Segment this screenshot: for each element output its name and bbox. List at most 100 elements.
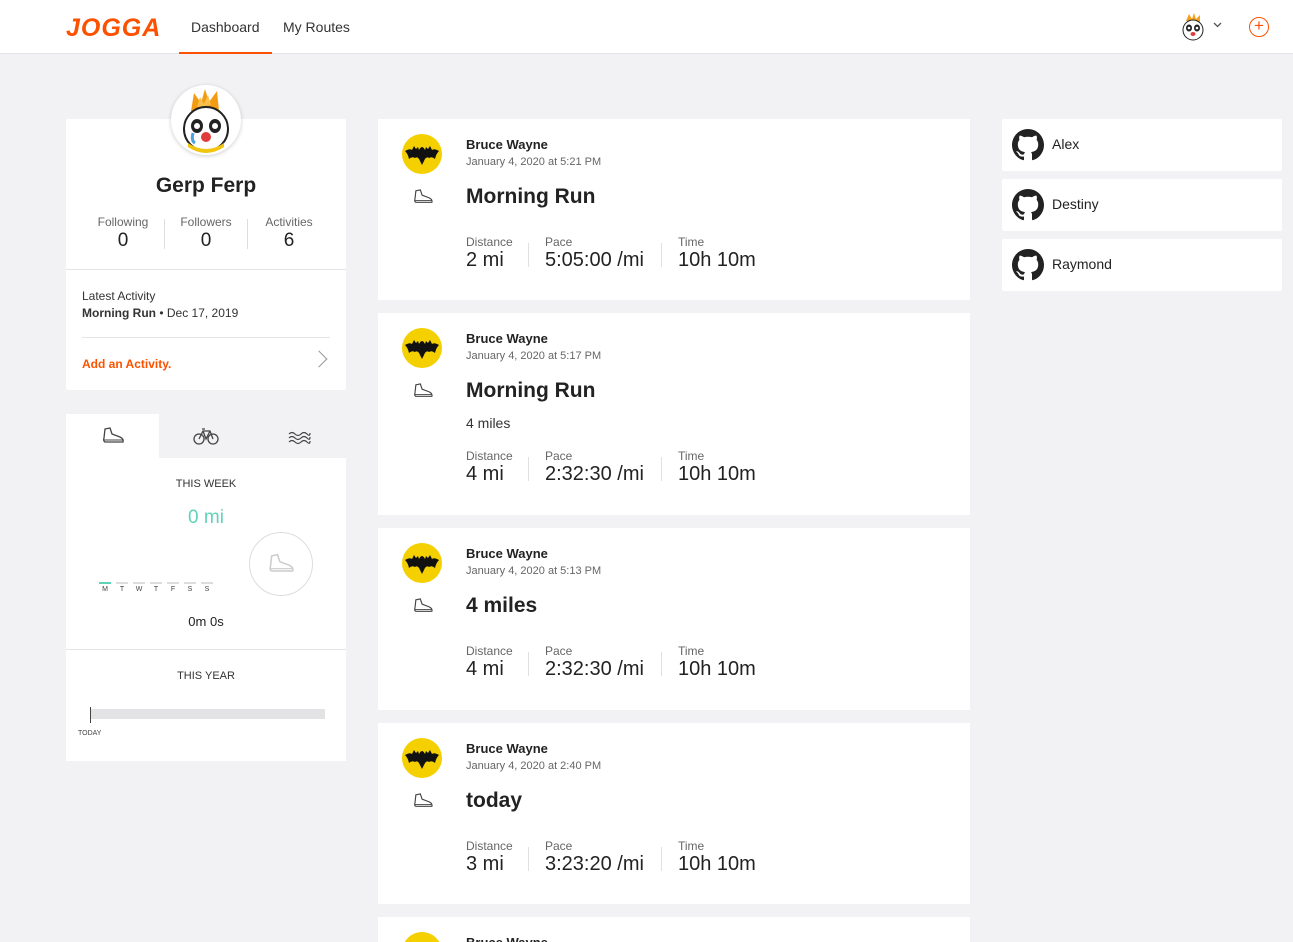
- activity-card[interactable]: Bruce Wayne January 4, 2020 at 5:13 PM 4 m…: [378, 528, 970, 710]
- athlete-name[interactable]: Bruce Wayne: [466, 137, 548, 152]
- tab-dashboard[interactable]: Dashboard: [179, 0, 272, 54]
- run-icon: [102, 427, 124, 443]
- metric-pace: Pace 2:32:30 /mi: [545, 644, 644, 681]
- tab-swim[interactable]: [252, 414, 345, 458]
- metric-label: Distance: [466, 644, 513, 658]
- activity-card[interactable]: Bruce Wayne January 4, 2020 at 2:40 PM tod…: [378, 723, 970, 904]
- divider: [661, 652, 662, 676]
- divider: [661, 243, 662, 267]
- metric-value: 5:05:00 /mi: [545, 249, 644, 271]
- day-label: M: [102, 586, 108, 593]
- training-stats-card: THIS WEEK 0 mi M T W T F S S 0m 0s THIS …: [66, 414, 346, 761]
- metric-time: Time 10h 10m: [678, 235, 756, 272]
- run-icon: [412, 598, 434, 614]
- metric-label: Time: [678, 235, 705, 249]
- add-activity-link[interactable]: Add an Activity.: [82, 357, 171, 371]
- activity-card[interactable]: Bruce Wayne January 4, 2020 at 5:21 PM Mor…: [378, 119, 970, 300]
- metric-label: Pace: [545, 839, 573, 853]
- activity-date: January 4, 2020 at 5:21 PM: [466, 156, 602, 168]
- add-icon[interactable]: +: [1249, 17, 1269, 37]
- metric-value: 2:32:30 /mi: [545, 463, 644, 485]
- stat-value: 6: [283, 230, 295, 251]
- logo[interactable]: JOGGA: [66, 14, 161, 43]
- top-nav: JOGGA Dashboard My Routes +: [0, 0, 1293, 54]
- stat-following[interactable]: Following 0: [82, 215, 164, 252]
- divider: [82, 337, 330, 338]
- github-icon: [1012, 129, 1044, 161]
- friend-name: Alex: [1052, 136, 1080, 152]
- metric-time: Time 10h 10m: [678, 449, 756, 486]
- day-bar: [184, 582, 196, 584]
- friend-name: Raymond: [1052, 256, 1112, 272]
- activity-date: January 4, 2020 at 5:13 PM: [466, 565, 602, 577]
- day-bar: [116, 582, 128, 584]
- activity-card[interactable]: Bruce Wayne January 4, 2020 at 5:17 PM Mor…: [378, 313, 970, 515]
- friend-item[interactable]: Raymond: [1002, 239, 1282, 291]
- activity-date: January 4, 2020 at 5:17 PM: [466, 350, 602, 362]
- latest-activity[interactable]: Morning Run • Dec 17, 2019: [82, 306, 238, 320]
- athlete-name[interactable]: Bruce Wayne: [466, 546, 548, 561]
- activity-title[interactable]: Morning Run: [466, 379, 595, 403]
- athlete-name[interactable]: Bruce Wayne: [466, 935, 548, 942]
- day-label: F: [170, 586, 176, 593]
- metric-value: 10h 10m: [678, 853, 756, 875]
- athlete-name[interactable]: Bruce Wayne: [466, 741, 548, 756]
- metric-distance: Distance 4 mi: [466, 449, 513, 486]
- divider: [661, 457, 662, 481]
- activity-title[interactable]: 4 miles: [466, 594, 537, 618]
- friend-name: Destiny: [1052, 196, 1099, 212]
- metric-value: 10h 10m: [678, 658, 756, 680]
- activity-card[interactable]: Bruce Wayne: [378, 917, 970, 942]
- profile-card: Gerp Ferp Following 0 Followers 0 Activi…: [66, 85, 346, 390]
- day-label: T: [119, 586, 125, 593]
- tab-my-routes[interactable]: My Routes: [271, 0, 362, 54]
- activity-description: 4 miles: [466, 415, 511, 431]
- day-bar: [133, 582, 145, 584]
- metric-value: 4 mi: [466, 463, 504, 485]
- tab-run[interactable]: [66, 414, 159, 458]
- day-bar: [167, 582, 179, 584]
- chevron-down-icon[interactable]: [1213, 20, 1222, 31]
- divider: [528, 652, 529, 676]
- day-label: S: [187, 586, 193, 593]
- metric-time: Time 10h 10m: [678, 839, 756, 876]
- metric-distance: Distance 4 mi: [466, 644, 513, 681]
- latest-activity-name: Morning Run: [82, 306, 156, 320]
- tab-ride[interactable]: [159, 414, 252, 458]
- day-bar: [150, 582, 162, 584]
- run-icon: [412, 189, 434, 205]
- metric-label: Distance: [466, 839, 513, 853]
- activity-title[interactable]: Morning Run: [466, 185, 595, 209]
- chevron-right-icon[interactable]: [310, 350, 328, 368]
- activity-date: January 4, 2020 at 2:40 PM: [466, 760, 602, 772]
- profile-avatar[interactable]: [171, 85, 241, 155]
- today-label: TODAY: [78, 730, 102, 737]
- stat-value: 0: [200, 230, 212, 251]
- metric-label: Pace: [545, 449, 573, 463]
- weekly-goal-ring: [249, 532, 313, 596]
- friend-item[interactable]: Destiny: [1002, 179, 1282, 231]
- stat-label: Followers: [180, 215, 232, 229]
- user-avatar[interactable]: [1180, 13, 1206, 41]
- this-week-label: THIS WEEK: [175, 478, 237, 490]
- divider: [528, 243, 529, 267]
- day-bar: [201, 582, 213, 584]
- metric-value: 3:23:20 /mi: [545, 853, 644, 875]
- athlete-avatar[interactable]: [402, 932, 442, 942]
- activity-title[interactable]: today: [466, 789, 522, 813]
- latest-activity-date: • Dec 17, 2019: [155, 306, 239, 320]
- metric-label: Distance: [466, 449, 513, 463]
- athlete-avatar[interactable]: [402, 134, 442, 174]
- athlete-avatar[interactable]: [402, 543, 442, 583]
- stat-activities[interactable]: Activities 6: [248, 215, 330, 252]
- metric-label: Pace: [545, 235, 573, 249]
- this-year-label: THIS YEAR: [177, 670, 235, 682]
- friend-item[interactable]: Alex: [1002, 119, 1282, 171]
- stat-followers[interactable]: Followers 0: [165, 215, 247, 252]
- athlete-avatar[interactable]: [402, 738, 442, 778]
- year-progress-bar: [90, 709, 325, 719]
- athlete-avatar[interactable]: [402, 328, 442, 368]
- athlete-name[interactable]: Bruce Wayne: [466, 331, 548, 346]
- bike-icon: [192, 428, 219, 445]
- metric-pace: Pace 3:23:20 /mi: [545, 839, 644, 876]
